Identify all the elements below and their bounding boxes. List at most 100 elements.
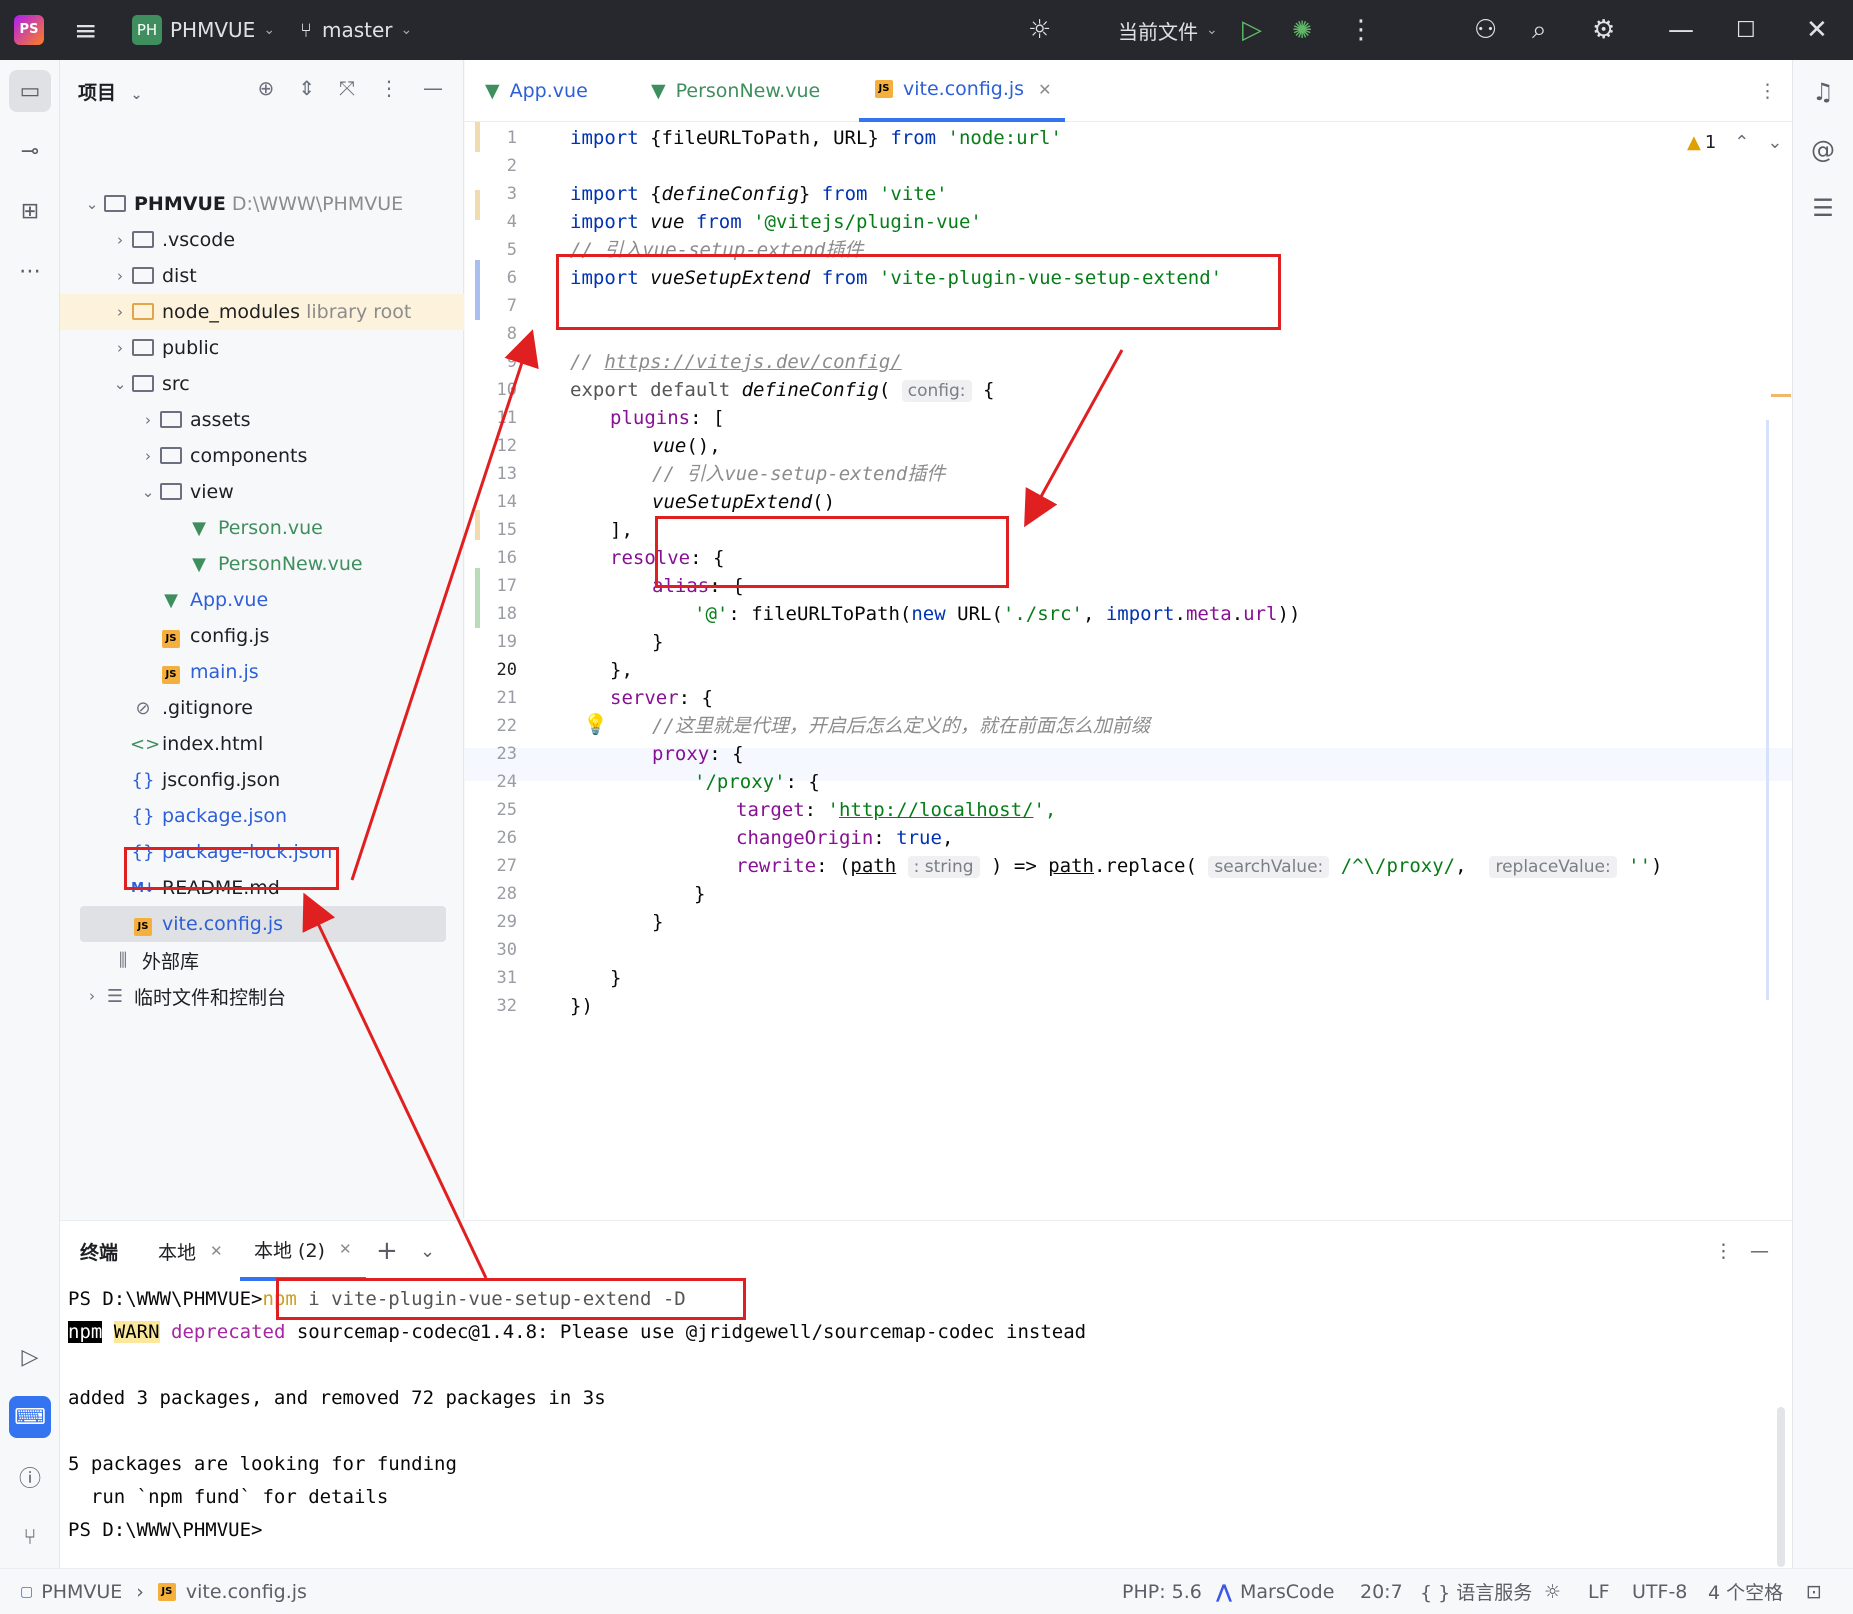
tree-item[interactable]: JS main.js	[60, 654, 464, 690]
indent-setting[interactable]: 4 个空格	[1708, 1569, 1783, 1614]
commit-icon[interactable]: ⊸	[9, 130, 51, 172]
line-ending[interactable]: LF	[1588, 1569, 1610, 1614]
tree-item[interactable]: ▼ Person.vue	[60, 510, 464, 546]
tree-item[interactable]: › ☰ 临时文件和控制台	[60, 978, 464, 1014]
line-number[interactable]: 16	[465, 548, 557, 568]
line-number[interactable]: 28	[465, 884, 557, 904]
debug-bug-icon[interactable]: ☼	[1028, 0, 1051, 60]
more-vertical-icon[interactable]: ⋮	[1348, 0, 1374, 60]
tab-app-vue[interactable]: ▼ App.vue	[485, 60, 588, 122]
line-number[interactable]: 26	[465, 828, 557, 848]
line-number[interactable]: 27	[465, 856, 557, 876]
tree-item[interactable]: {} package.json	[60, 798, 464, 834]
structure-icon[interactable]: ⊞	[9, 190, 51, 232]
hide-panel-icon[interactable]: —	[1750, 1221, 1769, 1281]
line-number[interactable]: 2	[465, 156, 557, 176]
close-tab-icon[interactable]: ✕	[339, 1240, 352, 1258]
terminal-scrollbar[interactable]	[1777, 1407, 1785, 1567]
add-user-icon[interactable]: ⚇	[1474, 0, 1497, 60]
chevron-down-icon[interactable]: ⌄	[420, 1221, 435, 1281]
terminal-output[interactable]: PS D:\WWW\PHMVUE>npm i vite-plugin-vue-s…	[68, 1283, 1768, 1563]
tab-terminal-local-2[interactable]: 本地 (2) ✕	[240, 1221, 366, 1281]
debug-icon[interactable]: ✺	[1292, 0, 1312, 60]
file-encoding[interactable]: UTF-8	[1632, 1569, 1687, 1614]
breadcrumb-file[interactable]: vite.config.js	[186, 1581, 307, 1603]
tree-root[interactable]: ⌄ PHMVUE D:\WWW\PHMVUE	[60, 186, 464, 222]
locate-icon[interactable]: ⊕	[257, 76, 274, 100]
more-vertical-icon[interactable]: ⋮	[1714, 1221, 1733, 1281]
editor-scrollbar[interactable]	[1775, 140, 1783, 1140]
tree-item[interactable]: › node_modules library root	[60, 294, 464, 330]
tree-item[interactable]: › public	[60, 330, 464, 366]
more-vertical-icon[interactable]: ⋮	[1758, 60, 1777, 122]
new-tab-icon[interactable]: +	[376, 1221, 398, 1281]
project-tool-icon[interactable]: ▭	[9, 70, 51, 112]
line-number[interactable]: 5	[465, 240, 557, 260]
main-menu-icon[interactable]: ≡	[74, 0, 97, 60]
tree-item[interactable]: ⌄ src	[60, 366, 464, 402]
expand-all-icon[interactable]: ⇕	[298, 76, 315, 100]
line-number[interactable]: 23	[465, 744, 557, 764]
tab-terminal-local[interactable]: 本地 ✕	[158, 1221, 223, 1281]
tree-item[interactable]: ⊘ .gitignore	[60, 690, 464, 726]
tree-item[interactable]: › assets	[60, 402, 464, 438]
services-icon[interactable]: ▷	[9, 1336, 51, 1378]
tree-item[interactable]: ▼ App.vue	[60, 582, 464, 618]
line-number[interactable]: 24	[465, 772, 557, 792]
line-number[interactable]: 29	[465, 912, 557, 932]
language-services[interactable]: { } 语言服务	[1420, 1569, 1532, 1614]
line-number[interactable]: 8	[465, 324, 557, 344]
line-number[interactable]: 9	[465, 352, 557, 372]
maximize-icon[interactable]: ☐	[1736, 0, 1756, 60]
line-number[interactable]: 19	[465, 632, 557, 652]
line-number[interactable]: 32	[465, 996, 557, 1016]
close-tab-icon[interactable]: ✕	[1038, 80, 1051, 99]
line-number[interactable]: 10	[465, 380, 557, 400]
search-icon[interactable]: ⌕	[1532, 0, 1547, 60]
php-version[interactable]: PHP: 5.6	[1122, 1569, 1202, 1614]
run-icon[interactable]: ▷	[1242, 0, 1262, 60]
marscode-widget[interactable]: ⋀ MarsCode	[1216, 1569, 1334, 1614]
line-number[interactable]: 12	[465, 436, 557, 456]
tab-vite-config-js[interactable]: JS vite.config.js ✕	[859, 60, 1066, 122]
line-number[interactable]: 20	[465, 660, 557, 680]
line-number[interactable]: 14	[465, 492, 557, 512]
collapse-all-icon[interactable]: ⤧	[339, 76, 355, 100]
line-number[interactable]: 13	[465, 464, 557, 484]
tree-item[interactable]: JS config.js	[60, 618, 464, 654]
line-number[interactable]: 11	[465, 408, 557, 428]
line-number[interactable]: 22	[465, 716, 557, 736]
tree-item[interactable]: ⫼ 外部库	[60, 942, 464, 978]
project-panel-title[interactable]: 项目 ⌄	[78, 78, 142, 105]
line-number[interactable]: 31	[465, 968, 557, 988]
gear-icon[interactable]: ⚙	[1592, 0, 1615, 60]
tree-item[interactable]: › dist	[60, 258, 464, 294]
inspection-status-icon[interactable]: ☼	[1544, 1569, 1561, 1614]
project-selector[interactable]: PH PHMVUE ⌄	[132, 0, 275, 60]
problems-icon[interactable]: ⓘ	[9, 1456, 51, 1498]
tree-item-selected[interactable]: JS vite.config.js	[80, 906, 446, 942]
run-config-selector[interactable]: 当前文件 ⌄	[1118, 0, 1218, 60]
tree-item[interactable]: › .vscode	[60, 222, 464, 258]
tree-item[interactable]: <> index.html	[60, 726, 464, 762]
terminal-tool-icon[interactable]: ⌨	[9, 1396, 51, 1438]
options-icon[interactable]: ⋮	[379, 76, 399, 100]
tree-item[interactable]: ⌄ view	[60, 474, 464, 510]
line-number[interactable]: 25	[465, 800, 557, 820]
tree-item[interactable]: {} jsconfig.json	[60, 762, 464, 798]
more-tools-icon[interactable]: ⋯	[9, 250, 51, 292]
notifications-icon[interactable]: ♫	[1803, 72, 1843, 112]
tab-personnew-vue[interactable]: ▼ PersonNew.vue	[651, 60, 820, 122]
tree-item[interactable]: › components	[60, 438, 464, 474]
caret-position[interactable]: 20:7	[1360, 1569, 1403, 1614]
close-icon[interactable]: ✕	[1806, 0, 1828, 60]
tree-item[interactable]: ▼ PersonNew.vue	[60, 546, 464, 582]
line-number[interactable]: 30	[465, 940, 557, 960]
line-number[interactable]: 21	[465, 688, 557, 708]
lock-icon[interactable]: ⊡	[1806, 1569, 1822, 1614]
minimize-icon[interactable]: —	[1668, 0, 1694, 60]
branch-selector[interactable]: ⑂ master ⌄	[300, 0, 412, 60]
database-icon[interactable]: ☰	[1803, 188, 1843, 228]
hide-icon[interactable]: —	[423, 76, 443, 100]
close-tab-icon[interactable]: ✕	[210, 1242, 223, 1260]
